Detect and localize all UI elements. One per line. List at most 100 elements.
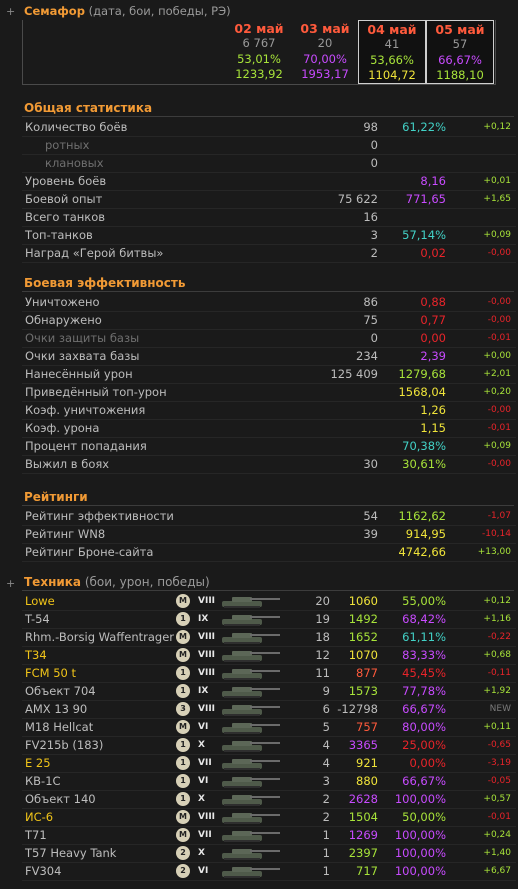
vehicle-battles: 2 [322,810,330,824]
semaphore-title: Семафор [24,4,85,18]
stat-label: Нанесённый урон [25,367,133,381]
general-stats-row: ротных 0 [22,136,516,155]
stat-label: Очки захвата базы [25,349,140,363]
stat-label: Коэф. урона [25,421,100,435]
tank-icon [218,665,286,681]
combat-efficiency-divider [22,291,514,292]
vehicle-battles: 4 [322,756,330,770]
vehicle-tier: VI [198,866,209,876]
stat-label: Процент попадания [25,439,147,453]
stat-value: 8,16 [420,174,446,188]
semaphore-winrate: 53,66% [370,52,414,67]
vehicle-winrate: 0,00% [409,756,446,770]
stat-value: 1279,68 [398,367,446,381]
stat-value: 1162,62 [398,509,446,523]
vehicle-damage: 880 [356,774,378,788]
vehicle-row[interactable]: AMX 13 90 3 VIII 6 -12798 66,67% NEW [22,700,516,719]
vehicle-name[interactable]: ИС-6 [25,808,53,826]
vehicle-damage: -12798 [337,702,378,716]
vehicle-winrate: 68,42% [402,612,446,626]
tank-icon [218,593,286,609]
combat-efficiency-row: Нанесённый урон 125 409 1279,68 +2,01 [22,365,516,384]
stat-count: 98 [363,120,378,134]
tank-icon [218,629,286,645]
vehicle-name[interactable]: Объект 140 [25,790,96,808]
vehicle-name[interactable]: M18 Hellcat [25,718,93,736]
vehicle-name[interactable]: FV304 [25,862,61,880]
stat-label: Приведённый топ-урон [25,385,167,399]
vehicle-winrate: 77,78% [402,684,446,698]
stat-label: Всего танков [25,210,106,224]
vehicle-name[interactable]: FCM 50 t [25,664,76,682]
vehicle-row[interactable]: T34 M VIII 12 1070 83,33% +0,68 [22,646,516,665]
vehicle-name[interactable]: Объект 704 [25,682,96,700]
vehicle-row[interactable]: FCM 50 t 1 VIII 11 877 45,45% -0,11 [22,664,516,683]
vehicle-winrate: 50,00% [402,810,446,824]
vehicle-battles: 4 [322,738,330,752]
vehicle-row[interactable]: Rhm.-Borsig Waffentrager M VIII 18 1652 61,11… [22,628,516,647]
vehicle-name[interactable]: T71 [25,826,47,844]
vehicle-battles: 1 [322,864,330,878]
vehicle-row[interactable]: Объект 704 1 IX 9 1573 77,78% +1,92 [22,682,516,701]
vehicle-row[interactable]: M18 Hellcat M VI 5 757 80,00% +0,11 [22,718,516,737]
vehicle-name[interactable]: Rhm.-Borsig Waffentrager [25,628,174,646]
vehicle-winrate: 25,00% [402,738,446,752]
mastery-badge-icon: M [176,810,190,824]
vehicle-row[interactable]: FV304 2 VI 1 717 100,00% +6,67 [22,862,516,881]
vehicle-damage: 1060 [348,594,378,608]
vehicle-tier: X [198,740,205,750]
stat-value: 0,02 [420,246,446,260]
vehicle-damage: 3365 [348,738,378,752]
vehicle-winrate: 100,00% [394,828,446,842]
vehicle-name[interactable]: FV215b (183) [25,736,103,754]
vehicle-battles: 18 [315,630,330,644]
stat-value: 0,88 [420,295,446,309]
vehicle-delta: -0,22 [487,632,511,642]
vehicle-battles: 19 [315,612,330,626]
vehicle-battles: 5 [322,720,330,734]
vehicle-row[interactable]: T71 M VII 1 1269 100,00% +0,24 [22,826,516,845]
vehicle-name[interactable]: AMX 13 90 [25,700,87,718]
stat-delta: +0,12 [483,122,511,132]
vehicle-row[interactable]: E 25 1 VII 4 921 0,00% -3,19 [22,754,516,773]
vehicle-row[interactable]: T-54 1 IX 19 1492 68,42% +1,16 [22,610,516,629]
ratings-row: Рейтинг WN8 39 914,95 -10,14 [22,525,516,544]
collapse-plus-icon[interactable]: + [6,5,15,18]
vehicle-name[interactable]: E 25 [25,754,51,772]
vehicle-name[interactable]: Lowe [25,592,55,610]
stat-value: 771,65 [405,192,446,206]
stat-label: Боевой опыт [25,192,103,206]
vehicle-battles: 1 [322,846,330,860]
vehicle-row[interactable]: ИС-6 M VIII 2 1504 50,00% -0,01 [22,808,516,827]
semaphore-column: 05 май 57 66,67% 1188,10 [426,20,494,84]
vehicles-title: Техника (бои, урон, победы) [24,575,210,589]
mastery-badge-icon: 1 [176,666,190,680]
combat-efficiency-title: Боевая эффективность [24,276,186,290]
vehicle-name[interactable]: T-54 [25,610,50,628]
collapse-plus-icon[interactable]: + [6,577,15,590]
mastery-badge-icon: 2 [176,846,190,860]
tank-icon [218,755,286,771]
vehicle-name[interactable]: T34 [25,646,47,664]
vehicle-battles: 12 [315,648,330,662]
general-stats-divider [22,116,514,117]
vehicle-row[interactable]: Объект 140 1 X 2 2628 100,00% +0,57 [22,790,516,809]
stat-value: 70,38% [402,439,446,453]
mastery-badge-icon: M [176,648,190,662]
vehicle-row[interactable]: Lowe M VIII 20 1060 55,00% +0,12 [22,592,516,611]
vehicle-row[interactable]: T57 Heavy Tank 2 X 1 2397 100,00% +1,40 [22,844,516,863]
combat-efficiency-row: Приведённый топ-урон 1568,04 +0,20 [22,383,516,402]
vehicle-row[interactable]: КВ-1С 1 VI 3 880 66,67% -0,05 [22,772,516,791]
vehicle-damage: 757 [356,720,378,734]
vehicles-divider [22,590,514,591]
stat-label: Наград «Герой битвы» [25,246,164,260]
stat-value: 1,26 [420,403,446,417]
vehicle-name[interactable]: T57 Heavy Tank [25,844,116,862]
vehicle-name[interactable]: КВ-1С [25,772,61,790]
stat-delta: -0,01 [487,423,511,433]
vehicle-winrate: 83,33% [402,648,446,662]
ratings-row: Рейтинг эффективности 54 1162,62 -1,07 [22,507,516,526]
vehicle-delta: +1,92 [483,686,511,696]
vehicle-row[interactable]: FV215b (183) 1 X 4 3365 25,00% -0,65 [22,736,516,755]
semaphore-battles: 57 [452,37,468,51]
